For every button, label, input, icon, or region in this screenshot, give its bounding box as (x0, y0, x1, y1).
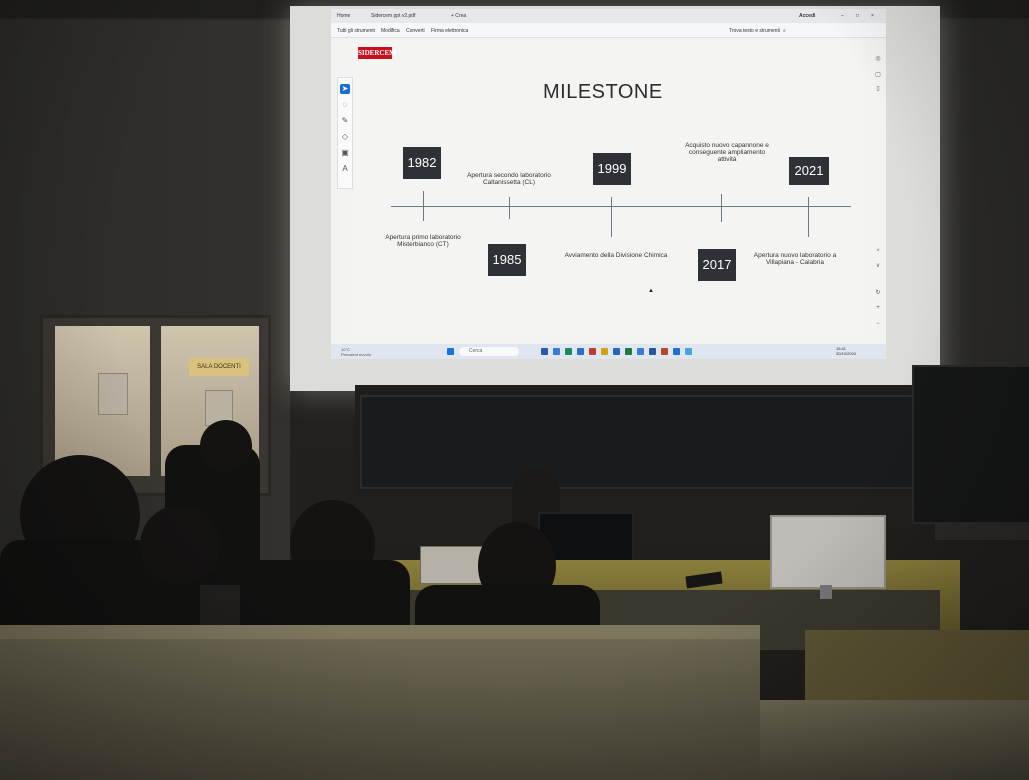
taskbar-app-icon[interactable] (661, 348, 668, 355)
windows-start-icon[interactable] (447, 348, 454, 355)
text-box-icon[interactable]: ▣ (340, 148, 350, 158)
bookmark-icon[interactable]: ▯ (873, 85, 883, 95)
taskbar-clock[interactable]: 15:41 30/10/2024 (836, 346, 856, 356)
clock-date: 30/10/2024 (836, 351, 857, 356)
taskbar-app-icon[interactable] (685, 348, 692, 355)
zoom-in-icon[interactable]: + (873, 305, 883, 315)
browser-titlebar: Home Sidercem ppt v2.pdf + Crea Accedi –… (331, 9, 886, 23)
door-sign: SALA DOCENTI (189, 358, 249, 376)
person-head (140, 505, 220, 585)
tab-crea[interactable]: + Crea (451, 13, 466, 19)
company-logo: SIDERCEM (358, 47, 396, 59)
taskbar-app-icon[interactable] (601, 348, 608, 355)
search-icon[interactable]: ⌕ (783, 28, 786, 34)
person-head (200, 420, 252, 472)
year-box: 1982 (403, 147, 441, 179)
taskbar-app-icon[interactable] (553, 348, 560, 355)
milestone-caption: Acquisto nuovo capannone e conseguente a… (685, 142, 769, 163)
front-bench (0, 625, 760, 780)
timeline-tick (611, 197, 612, 237)
tab-home[interactable]: Home (337, 13, 350, 19)
weather-desc: Prevalent nuvolo (341, 352, 371, 357)
milestone-caption: Apertura secondo laboratorio Caltanisset… (467, 172, 551, 186)
comment-panel-icon[interactable]: ▢ (873, 71, 883, 81)
pdf-slide: SIDERCEM MILESTONE 1982 Apertura primo l… (353, 39, 863, 339)
taskbar-app-icon[interactable] (589, 348, 596, 355)
year-box: 1999 (593, 153, 631, 185)
projected-desktop: Home Sidercem ppt v2.pdf + Crea Accedi –… (331, 9, 886, 359)
blackboard (360, 395, 934, 489)
side-desk (805, 630, 1029, 710)
taskbar-app-icon[interactable] (577, 348, 584, 355)
timeline-tick (721, 194, 722, 222)
taskbar-search[interactable]: Cerca (459, 347, 519, 356)
lecture-room: SALA DOCENTI Home Sidercem ppt v2.pdf + … (0, 0, 1029, 780)
taskbar-app-icon[interactable] (565, 348, 572, 355)
timeline-tick (509, 197, 510, 219)
milestone-caption: Avviamento della Divisione Chimica (564, 252, 668, 259)
front-bench-right (760, 700, 1029, 780)
zoom-out-icon[interactable]: − (873, 321, 883, 331)
year-box: 2021 (789, 157, 829, 185)
acrobat-menubar: Tutti gli strumenti Modifica Converti Fi… (331, 23, 886, 38)
menu-edit[interactable]: Modifica (381, 28, 400, 34)
slide-title: MILESTONE (543, 81, 663, 103)
desktop-monitor (770, 515, 886, 589)
find-text-tools[interactable]: Trova testo e strumenti (729, 28, 780, 34)
refresh-icon[interactable]: ↻ (873, 289, 883, 299)
mouse-cursor-icon: ▲ (648, 288, 654, 294)
select-icon[interactable]: ➤ (340, 84, 350, 94)
year-box: 1985 (488, 244, 526, 276)
bench-top (0, 625, 760, 639)
taskbar-app-icon[interactable] (613, 348, 620, 355)
menu-all-tools[interactable]: Tutti gli strumenti (337, 28, 375, 34)
year-box: 2017 (698, 249, 736, 281)
milestone-caption: Apertura primo laboratorio Misterbianco … (385, 234, 461, 248)
pen-icon[interactable]: ✎ (340, 116, 350, 126)
windows-taskbar: 10°C Prevalent nuvolo Cerca 15:41 30/10/… (331, 344, 886, 359)
timeline-line (391, 206, 851, 207)
close-icon[interactable]: × (871, 13, 874, 19)
minimize-icon[interactable]: – (841, 13, 844, 19)
laptop (420, 546, 486, 584)
taskbar-app-icon[interactable] (649, 348, 656, 355)
comment-icon[interactable]: ◌ (340, 100, 350, 110)
side-blackboard (912, 365, 1029, 524)
ai-assistant-icon[interactable]: ◎ (873, 55, 883, 65)
right-toolbar: ◎ ▢ ▯ ^ v ↻ + − (871, 49, 885, 349)
milestone-caption: Apertura nuovo laboratorio a Villapiana … (753, 252, 837, 266)
shape-icon[interactable]: ◇ (340, 132, 350, 142)
menu-convert[interactable]: Converti (406, 28, 425, 34)
timeline-tick (808, 197, 809, 237)
taskbar-app-icon[interactable] (673, 348, 680, 355)
taskbar-app-icon[interactable] (625, 348, 632, 355)
page-up-icon[interactable]: ^ (873, 249, 883, 259)
taskbar-app-icon[interactable] (637, 348, 644, 355)
weather-widget[interactable]: 10°C Prevalent nuvolo (341, 347, 371, 357)
text-icon[interactable]: A (340, 164, 350, 174)
taskbar-app-icon[interactable] (541, 348, 548, 355)
maximize-icon[interactable]: □ (856, 13, 859, 19)
timeline-tick (423, 191, 424, 221)
menu-esign[interactable]: Firma elettronica (431, 28, 468, 34)
door-notice-left (98, 373, 128, 415)
left-toolbar: ➤ ◌ ✎ ◇ ▣ A (337, 77, 353, 189)
accedi-button[interactable]: Accedi (799, 13, 815, 19)
monitor-stand (820, 585, 832, 599)
tab-pdf[interactable]: Sidercem ppt v2.pdf (371, 13, 415, 19)
page-down-icon[interactable]: v (873, 263, 883, 273)
